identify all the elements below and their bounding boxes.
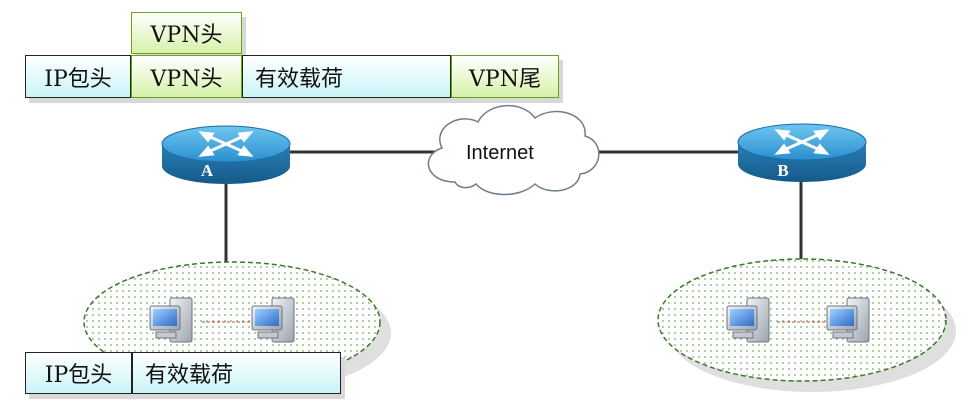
router-a-label: A [201,161,214,180]
lan-right [657,258,956,392]
bottom-payload-box: 有效载荷 [132,352,341,394]
vpn-header-stacked-box: VPN头 [131,12,242,54]
bottom-ip-header-box: IP包头 [25,352,132,394]
top-vpn-header-box: VPN头 [131,55,242,98]
internet-label: Internet [466,142,534,164]
top-ip-header-box: IP包头 [25,55,131,98]
router-b-icon [737,123,867,182]
router-a-icon [161,125,291,184]
top-payload-box: 有效载荷 [242,55,451,98]
vpn-trailer-box: VPN尾 [451,55,559,98]
router-b-label: B [777,161,788,180]
